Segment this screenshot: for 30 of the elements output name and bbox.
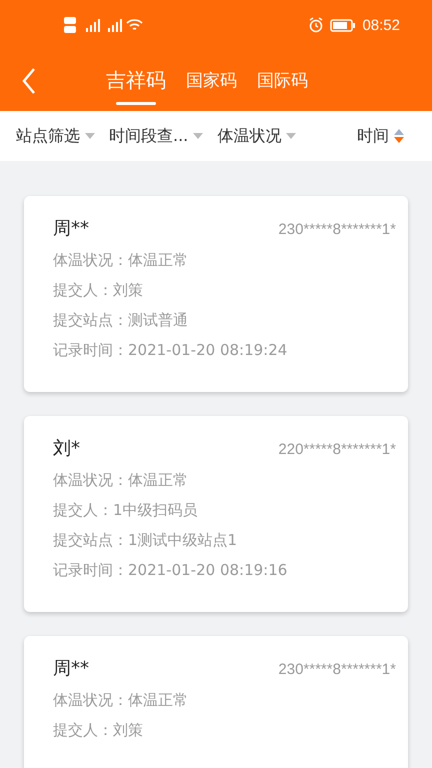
record-card[interactable]: 周** 230*****8*******1* 体温状况：体温正常 提交人：刘策 提交站点：测试普通 记录时间：2021-01-20 08:19:24 (24, 196, 408, 392)
caret-icon (193, 133, 204, 139)
record-field: 体温状况：体温正常 (53, 471, 396, 490)
caret-icon (286, 133, 296, 139)
record-field: 体温状况：体温正常 (53, 251, 396, 270)
record-field: 提交人：1中级扫码员 (53, 501, 396, 520)
status-time: 08:52 (362, 16, 400, 34)
record-field: 提交站点：1测试中级站点1 (53, 531, 396, 550)
caret-icon (85, 133, 95, 139)
record-field: 记录时间：2021-01-20 08:19:24 (53, 341, 396, 360)
battery-icon (330, 18, 356, 32)
person-name: 周** (53, 657, 89, 680)
id-number: 230*****8*******1* (278, 661, 396, 678)
signal-icon (64, 15, 144, 35)
filter-dropdown[interactable]: 时间段查... (109, 126, 204, 146)
record-field: 记录时间：2021-01-20 08:19:16 (53, 561, 396, 580)
record-card[interactable]: 刘* 220*****8*******1* 体温状况：体温正常 提交人：1中级扫码员 提交站点：1测试中级站点1 记录时间：2021-01-20 08:19:16 (24, 416, 408, 612)
person-name: 刘* (53, 437, 80, 460)
id-number: 230*****8*******1* (278, 221, 396, 238)
record-field: 提交站点：测试普通 (53, 311, 396, 330)
id-number: 220*****8*******1* (278, 441, 396, 458)
record-field: 体温状况：体温正常 (53, 691, 396, 710)
person-name: 周** (53, 217, 89, 240)
filter-dropdown[interactable]: 站点筛选 (16, 126, 95, 146)
record-field: 提交人：刘策 (53, 281, 396, 300)
record-card[interactable]: 周** 230*****8*******1* 体温状况：体温正常 提交人：刘策 (24, 636, 408, 768)
record-field: 提交人：刘策 (53, 721, 396, 740)
filter-dropdown[interactable]: 体温状况 (217, 126, 296, 146)
alarm-icon (308, 17, 324, 33)
sort-button[interactable]: 时间 (357, 126, 404, 146)
